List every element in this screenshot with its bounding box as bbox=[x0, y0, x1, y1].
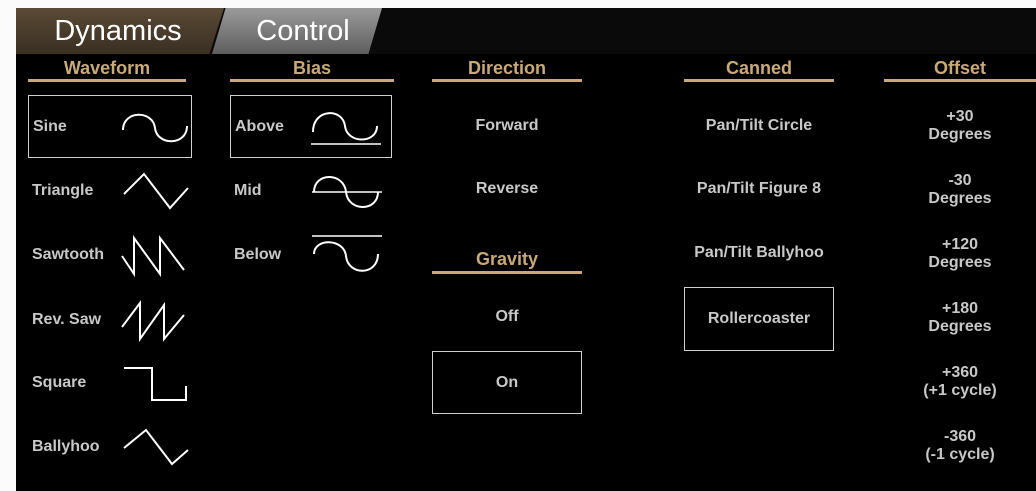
offset-plus-30-button[interactable]: +30 Degrees bbox=[884, 104, 1036, 148]
ballyhoo-wave-icon bbox=[123, 428, 189, 466]
bias-above-icon bbox=[311, 112, 381, 145]
tab-control-label: Control bbox=[256, 14, 350, 47]
offset-value: -30 bbox=[948, 172, 972, 189]
direction-label: Reverse bbox=[475, 180, 539, 197]
direction-header: Direction bbox=[432, 58, 582, 82]
bias-above-button[interactable]: Above bbox=[230, 95, 392, 158]
offset-minus-30-button[interactable]: -30 Degrees bbox=[884, 168, 1036, 212]
gravity-off-button[interactable]: Off bbox=[432, 294, 582, 340]
bias-header: Bias bbox=[230, 58, 394, 82]
waveform-sawtooth-button[interactable]: Sawtooth bbox=[28, 230, 192, 280]
canned-rollercoaster-button[interactable]: Rollercoaster bbox=[684, 287, 834, 351]
canned-label: Pan/Tilt Figure 8 bbox=[696, 180, 822, 197]
waveform-label: Sawtooth bbox=[32, 246, 104, 263]
bias-label: Above bbox=[235, 117, 284, 135]
bias-mid-icon bbox=[312, 176, 382, 208]
waveform-header: Waveform bbox=[28, 58, 186, 82]
tab-bar: Dynamics Control bbox=[16, 8, 1036, 54]
triangle-wave-icon bbox=[123, 172, 189, 210]
offset-unit: Degrees bbox=[928, 190, 992, 207]
direction-reverse-button[interactable]: Reverse bbox=[432, 166, 582, 212]
waveform-ballyhoo-button[interactable]: Ballyhoo bbox=[28, 422, 192, 472]
tab-dynamics[interactable]: Dynamics bbox=[16, 8, 224, 54]
reverse-saw-wave-icon bbox=[121, 300, 185, 343]
offset-value: +120 bbox=[941, 236, 979, 253]
direction-label: Forward bbox=[475, 117, 539, 134]
offset-unit: Degrees bbox=[928, 126, 992, 143]
bias-below-icon bbox=[312, 235, 382, 272]
waveform-label: Rev. Saw bbox=[32, 311, 102, 328]
waveform-label: Square bbox=[32, 374, 87, 391]
offset-value: -360 bbox=[943, 428, 977, 445]
tab-control[interactable]: Control bbox=[212, 8, 382, 54]
waveform-label: Sine bbox=[33, 117, 67, 135]
waveform-label: Ballyhoo bbox=[32, 438, 100, 455]
offset-unit: (+1 cycle) bbox=[923, 382, 997, 399]
offset-header: Offset bbox=[884, 58, 1036, 82]
bias-mid-button[interactable]: Mid bbox=[230, 166, 392, 216]
offset-unit: (-1 cycle) bbox=[925, 446, 995, 463]
dynamics-panel: Dynamics Control Waveform Bias Direction… bbox=[16, 8, 1036, 491]
bias-label: Mid bbox=[234, 182, 262, 199]
offset-plus-360-button[interactable]: +360 (+1 cycle) bbox=[884, 360, 1036, 404]
direction-forward-button[interactable]: Forward bbox=[432, 103, 582, 149]
sine-wave-icon bbox=[122, 113, 188, 143]
canned-pan-tilt-ballyhoo-button[interactable]: Pan/Tilt Ballyhoo bbox=[684, 230, 834, 276]
sawtooth-wave-icon bbox=[121, 234, 185, 278]
offset-value: +30 bbox=[946, 108, 974, 125]
offset-plus-180-button[interactable]: +180 Degrees bbox=[884, 296, 1036, 340]
waveform-label: Triangle bbox=[32, 182, 94, 199]
gravity-header: Gravity bbox=[432, 248, 582, 274]
offset-unit: Degrees bbox=[928, 254, 992, 271]
offset-minus-360-button[interactable]: -360 (-1 cycle) bbox=[884, 424, 1036, 468]
waveform-square-button[interactable]: Square bbox=[28, 358, 192, 408]
waveform-sine-button[interactable]: Sine bbox=[28, 95, 192, 158]
canned-pan-tilt-figure-8-button[interactable]: Pan/Tilt Figure 8 bbox=[684, 166, 834, 212]
waveform-rev-saw-button[interactable]: Rev. Saw bbox=[28, 295, 192, 345]
tab-dynamics-label: Dynamics bbox=[54, 14, 182, 47]
bias-label: Below bbox=[234, 246, 282, 263]
gravity-label: On bbox=[495, 373, 519, 391]
canned-label: Pan/Tilt Ballyhoo bbox=[694, 244, 824, 261]
square-wave-icon bbox=[124, 367, 187, 401]
offset-value: +180 bbox=[941, 300, 979, 317]
canned-label: Rollercoaster bbox=[707, 310, 811, 327]
canned-label: Pan/Tilt Circle bbox=[705, 117, 813, 134]
gravity-on-button[interactable]: On bbox=[432, 351, 582, 414]
offset-plus-120-button[interactable]: +120 Degrees bbox=[884, 232, 1036, 276]
gravity-label: Off bbox=[495, 308, 519, 325]
canned-pan-tilt-circle-button[interactable]: Pan/Tilt Circle bbox=[684, 103, 834, 149]
offset-value: +360 bbox=[941, 364, 979, 381]
waveform-triangle-button[interactable]: Triangle bbox=[28, 166, 192, 216]
offset-unit: Degrees bbox=[928, 318, 992, 335]
bias-below-button[interactable]: Below bbox=[230, 230, 392, 280]
canned-header: Canned bbox=[684, 58, 834, 82]
